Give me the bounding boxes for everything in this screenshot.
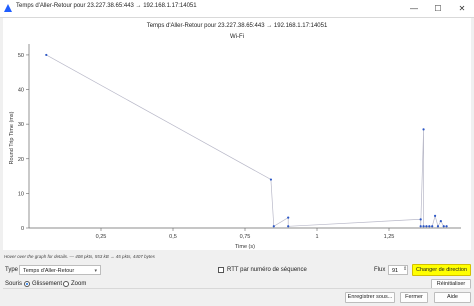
type-select-value: Temps d'Aller-Retour (23, 268, 75, 274)
y-tick-label: 20 (18, 157, 24, 163)
window-title: Temps d'Aller-Retour pour 23.227.38.65:4… (16, 3, 197, 9)
data-point (272, 225, 275, 228)
data-point (269, 178, 273, 181)
switch-direction-button[interactable]: Changer de direction (412, 264, 471, 276)
chevron-up-down-icon[interactable]: ⇕ (403, 266, 407, 272)
data-point (439, 219, 442, 223)
zoom-label: Zoom (71, 281, 87, 287)
x-axis-label: Time (s) (235, 244, 255, 250)
rtt-sequence-label: RTT par numéro de séquence (227, 267, 307, 273)
divider (3, 288, 471, 289)
y-tick-label: 40 (18, 88, 24, 94)
data-point (436, 225, 440, 228)
y-tick-label: 0 (21, 226, 24, 232)
drag-label: Glissement (32, 281, 63, 287)
type-label: Type (5, 267, 19, 273)
data-point (428, 225, 431, 228)
wireshark-icon (4, 4, 12, 12)
data-point (431, 225, 434, 228)
close-window-button[interactable]: ✕ (450, 0, 474, 17)
data-point (422, 225, 425, 228)
rtt-sequence-checkbox[interactable] (218, 267, 224, 273)
x-tick-label: 0,25 (96, 234, 107, 240)
y-axis-label: Round Trip Time (ms) (9, 111, 15, 164)
data-point (445, 225, 448, 228)
type-select[interactable]: Temps d'Aller-Retour ▾ (19, 265, 101, 275)
data-point (425, 225, 428, 228)
maximize-button[interactable]: ☐ (426, 0, 450, 17)
window-titlebar: Temps d'Aller-Retour pour 23.227.38.65:4… (0, 0, 474, 18)
graph-area[interactable]: Temps d'Aller-Retour pour 23.227.38.65:4… (3, 18, 471, 250)
data-point (287, 216, 290, 219)
data-point (287, 225, 290, 228)
stream-label: Flux (374, 267, 386, 273)
data-point (422, 128, 425, 131)
drag-radio[interactable] (24, 281, 30, 287)
x-tick-label: 1,25 (384, 234, 395, 240)
x-tick-label: 0,75 (240, 234, 251, 240)
data-point (433, 214, 437, 217)
y-tick-label: 50 (18, 53, 24, 59)
chevron-down-icon: ▾ (94, 268, 97, 274)
minimize-button[interactable]: — (402, 0, 426, 17)
stream-value: 91 (392, 268, 399, 274)
save-as-button[interactable]: Enregistrer sous... (345, 292, 395, 303)
hover-hint: Hover over the graph for details. — 408 … (4, 254, 155, 259)
data-point (419, 225, 422, 228)
x-tick-label: 0,5 (169, 234, 177, 240)
help-button[interactable]: Aide (434, 292, 471, 303)
rtt-series-line (46, 54, 447, 228)
y-tick-label: 10 (18, 191, 24, 197)
mouse-label: Souris (5, 281, 23, 287)
data-point (419, 218, 422, 221)
data-point (45, 53, 48, 57)
x-tick-label: 1 (315, 234, 318, 240)
close-button[interactable]: Fermer (400, 292, 428, 303)
rtt-chart[interactable]: 0 10 20 30 40 50 0,25 0,5 0,75 1 1,25 Time (s) Round… (3, 18, 471, 250)
y-tick-label: 30 (18, 122, 24, 128)
data-point (442, 225, 445, 228)
zoom-radio[interactable] (63, 281, 69, 287)
